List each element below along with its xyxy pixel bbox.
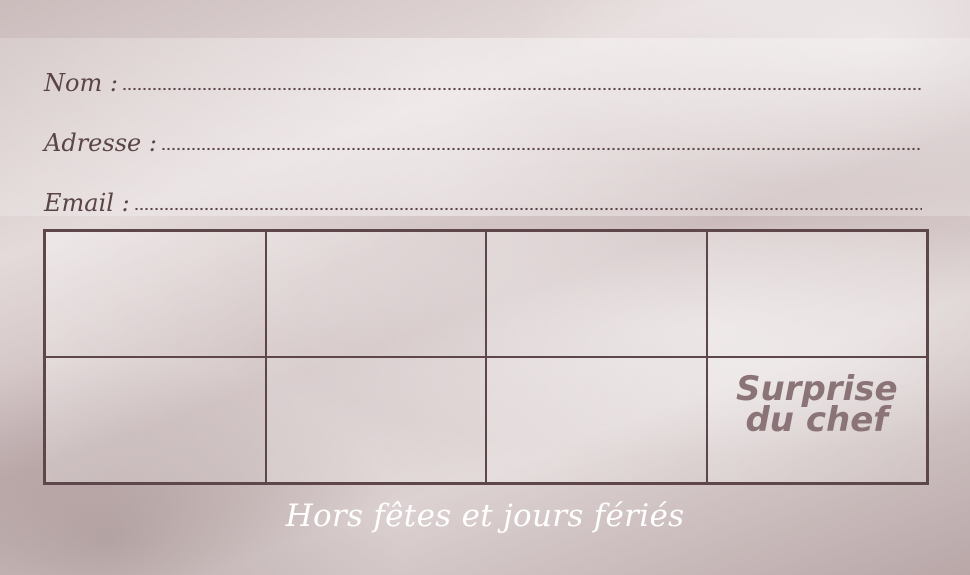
reward-line-2: du chef bbox=[745, 400, 889, 440]
address-field[interactable]: Adresse : bbox=[44, 116, 922, 156]
email-label: Email : bbox=[44, 189, 130, 217]
stamp-cell-4[interactable] bbox=[706, 231, 927, 357]
email-field[interactable]: Email : bbox=[44, 176, 922, 216]
stamp-cell-1[interactable] bbox=[45, 231, 266, 357]
stamp-cell-7[interactable] bbox=[486, 357, 707, 483]
reward-label: Surprise du chef bbox=[708, 372, 927, 440]
stamp-cell-3[interactable] bbox=[486, 231, 707, 357]
email-dotted-line[interactable] bbox=[133, 207, 922, 211]
name-label: Nom : bbox=[44, 69, 118, 97]
address-dotted-line[interactable] bbox=[160, 147, 922, 151]
stamp-cell-2[interactable] bbox=[265, 231, 486, 357]
footer-note: Hors fêtes et jours fériés bbox=[285, 498, 685, 534]
stamp-cell-reward[interactable]: Surprise du chef bbox=[706, 357, 927, 483]
stamp-grid: Surprise du chef bbox=[43, 229, 929, 485]
address-label: Adresse : bbox=[44, 129, 157, 157]
stamp-cell-6[interactable] bbox=[265, 357, 486, 483]
name-dotted-line[interactable] bbox=[121, 87, 922, 91]
stamp-cell-5[interactable] bbox=[45, 357, 266, 483]
name-field[interactable]: Nom : bbox=[44, 56, 922, 96]
